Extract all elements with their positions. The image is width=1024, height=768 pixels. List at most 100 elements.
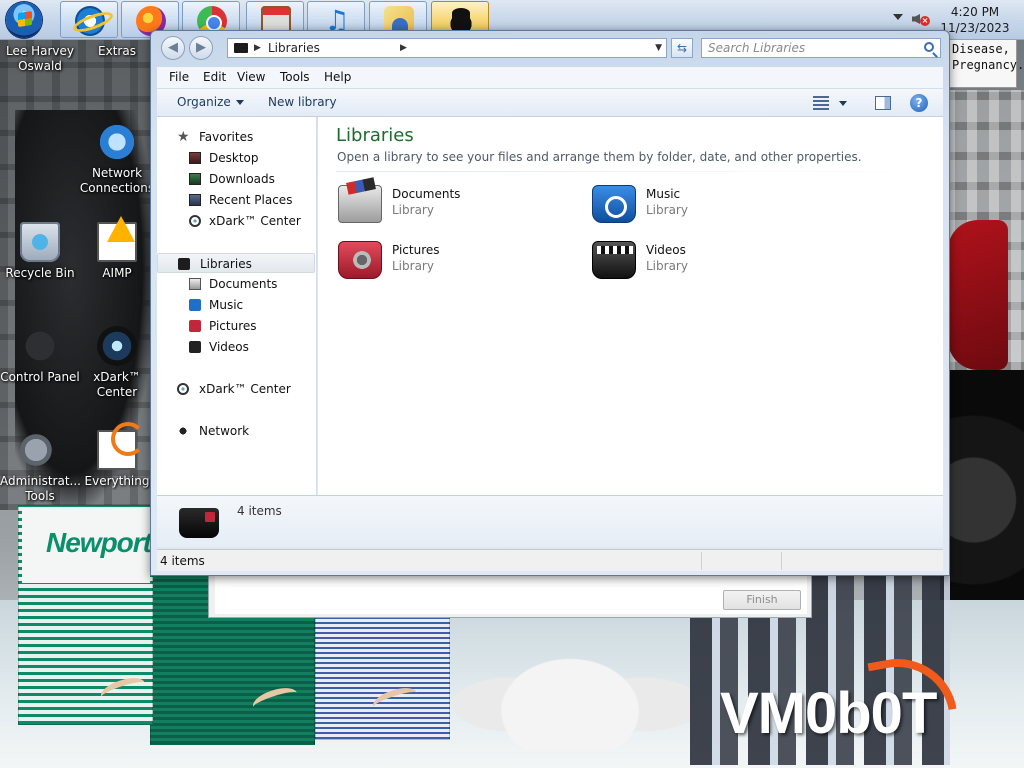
windows-logo-icon xyxy=(18,11,32,27)
library-music[interactable]: Music Library xyxy=(592,183,822,227)
desktop-icon-aimp[interactable]: AIMP xyxy=(77,222,157,281)
organize-label: Organize xyxy=(177,95,231,109)
refresh-button[interactable]: ⇆ xyxy=(671,38,693,58)
help-icon[interactable]: ? xyxy=(910,94,928,112)
nav-documents[interactable]: Documents xyxy=(157,274,315,294)
file-list-pane: Libraries Open a library to see your fil… xyxy=(318,117,943,495)
search-placeholder: Search Libraries xyxy=(708,41,806,55)
start-button[interactable] xyxy=(6,2,42,38)
nav-music[interactable]: Music xyxy=(157,295,315,315)
volume-muted-icon[interactable]: × xyxy=(912,10,930,28)
details-pane: 4 items xyxy=(157,495,943,547)
documents-icon xyxy=(189,278,201,290)
control-panel-icon xyxy=(20,326,60,366)
library-pictures[interactable]: Pictures Library xyxy=(338,239,568,283)
menu-edit[interactable]: Edit xyxy=(203,70,226,84)
videos-icon xyxy=(189,341,201,353)
address-bar[interactable]: ▶ Libraries ▶ ▼ xyxy=(227,38,667,58)
nav-recent-places[interactable]: Recent Places xyxy=(157,190,315,210)
nav-favorites[interactable]: ★ Favorites xyxy=(157,127,315,147)
view-options-chevron-icon[interactable] xyxy=(839,101,847,106)
library-type: Library xyxy=(392,203,434,217)
show-hidden-icons-chevron-icon[interactable] xyxy=(893,14,903,20)
nav-desktop[interactable]: Desktop xyxy=(157,148,315,168)
nav-label: xDark™ Center xyxy=(209,214,301,228)
nav-label: Libraries xyxy=(200,257,252,271)
desktop-icon-label: Everything xyxy=(84,474,150,488)
library-name: Music xyxy=(646,187,681,201)
address-history-dropdown-icon[interactable]: ▼ xyxy=(655,39,662,57)
organize-button[interactable]: Organize xyxy=(177,95,244,109)
desktop-icon-everything[interactable]: Everything xyxy=(77,422,157,489)
menu-file[interactable]: File xyxy=(169,70,189,84)
breadcrumb-separator-icon[interactable]: ▶ xyxy=(400,39,407,57)
search-input[interactable]: Search Libraries xyxy=(701,38,941,58)
libraries-icon xyxy=(178,258,190,270)
library-name: Videos xyxy=(646,243,686,257)
downloads-icon xyxy=(189,173,201,185)
menu-help[interactable]: Help xyxy=(324,70,351,84)
libraries-large-icon xyxy=(179,508,219,538)
status-item-count: 4 items xyxy=(160,554,205,568)
desktop-icon-recycle-bin[interactable]: Recycle Bin xyxy=(0,222,80,281)
desktop-icon-administrative-tools[interactable]: Administrat... Tools xyxy=(0,430,81,504)
documents-library-icon xyxy=(338,185,382,223)
preview-pane-icon[interactable] xyxy=(875,96,891,110)
library-type: Library xyxy=(392,259,434,273)
nav-network[interactable]: Network xyxy=(157,421,315,441)
chevron-down-icon xyxy=(235,100,244,105)
menu-tools[interactable]: Tools xyxy=(280,70,310,84)
breadcrumb-libraries[interactable]: Libraries xyxy=(268,39,320,57)
desktop-icon-label: xDark™ Center xyxy=(93,370,141,399)
nav-label: Documents xyxy=(209,277,278,291)
mute-badge-icon: × xyxy=(920,16,930,26)
desktop-icon-xdark-center[interactable]: xDark™ Center xyxy=(77,326,157,400)
taskbar-app-internet-explorer[interactable] xyxy=(60,1,118,38)
watermark-text: VM0b0T xyxy=(720,681,937,746)
nav-label: xDark™ Center xyxy=(199,382,291,396)
nav-videos[interactable]: Videos xyxy=(157,337,315,357)
command-bar: Organize New library ? xyxy=(157,89,943,117)
nav-label: Network xyxy=(199,424,250,438)
desktop-icon-control-panel[interactable]: Control Panel xyxy=(0,326,80,385)
xdark-center-icon xyxy=(177,383,189,395)
library-videos[interactable]: Videos Library xyxy=(592,239,822,283)
star-icon: ★ xyxy=(177,129,190,145)
recent-places-icon xyxy=(189,194,201,206)
library-type: Library xyxy=(646,259,688,273)
aimp-icon xyxy=(97,222,137,262)
nav-libraries[interactable]: Libraries xyxy=(157,253,315,273)
desktop-icon xyxy=(189,152,201,164)
wallpaper-poster: Disease, Pregnancy. xyxy=(947,38,1024,88)
pictures-icon xyxy=(189,320,201,332)
nav-label: Pictures xyxy=(209,319,257,333)
music-icon xyxy=(189,299,201,311)
menu-view[interactable]: View xyxy=(237,70,265,84)
nav-xdark-center-root[interactable]: xDark™ Center xyxy=(157,379,315,399)
library-type: Library xyxy=(646,203,688,217)
nav-label: Desktop xyxy=(209,151,259,165)
administrative-tools-icon xyxy=(20,430,60,470)
nav-downloads[interactable]: Downloads xyxy=(157,169,315,189)
nav-label: Favorites xyxy=(199,130,254,144)
clock-time: 4:20 PM xyxy=(950,5,1000,19)
forward-button[interactable]: ▶ xyxy=(189,36,213,60)
navigation-pane: ★ Favorites Desktop Downloads Recent Pla… xyxy=(157,117,317,495)
change-view-icon[interactable] xyxy=(813,96,829,110)
wallpaper-pack-blue xyxy=(315,615,450,740)
library-documents[interactable]: Documents Library xyxy=(338,183,568,227)
nav-xdark-center[interactable]: xDark™ Center xyxy=(157,211,315,231)
desktop-icon-network-connections[interactable]: Network Connections xyxy=(77,122,157,196)
explorer-window: ◀ ▶ ▶ Libraries ▶ ▼ ⇆ Search Libraries F… xyxy=(150,30,950,576)
menu-bar: File Edit View Tools Help xyxy=(157,67,943,89)
new-library-button[interactable]: New library xyxy=(268,95,337,109)
nav-pictures[interactable]: Pictures xyxy=(157,316,315,336)
back-button[interactable]: ◀ xyxy=(161,36,185,60)
nav-label: Downloads xyxy=(209,172,275,186)
desktop-icon-label: Extras xyxy=(98,44,136,58)
status-divider xyxy=(781,552,782,570)
wallpaper-speaker xyxy=(940,370,1024,630)
wizard-dialog: Finish xyxy=(208,576,812,618)
finish-button[interactable]: Finish xyxy=(723,590,801,610)
nav-label: Recent Places xyxy=(209,193,293,207)
